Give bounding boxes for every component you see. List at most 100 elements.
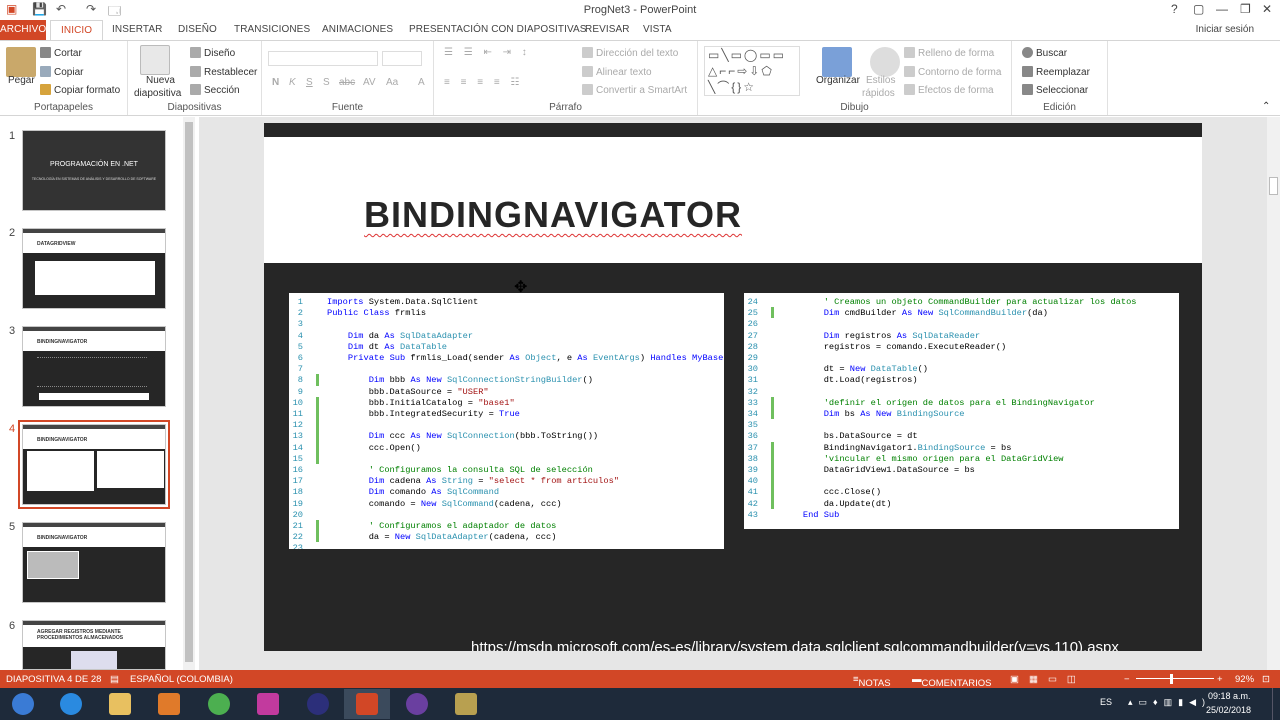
- list-buttons[interactable]: ☰ ☰ ⇤ ⇥ ↕: [444, 47, 531, 58]
- tab-transitions[interactable]: TRANSICIONES: [234, 24, 310, 35]
- slide-title[interactable]: BINDINGNAVIGATOR: [364, 194, 742, 236]
- tab-review[interactable]: REVISAR: [585, 24, 630, 35]
- taskbar-visual-studio[interactable]: [394, 689, 440, 719]
- view-buttons[interactable]: ▣▦▭◫: [1010, 674, 1086, 685]
- scrollbar-thumb[interactable]: [185, 122, 193, 662]
- new-slide-icon[interactable]: [140, 45, 170, 75]
- new-slide-label-2[interactable]: diapositiva: [134, 88, 181, 99]
- taskbar-eclipse[interactable]: [295, 689, 341, 719]
- taskbar-ie[interactable]: [48, 689, 94, 719]
- code-line-number: 22: [292, 532, 303, 543]
- zoom-out-button[interactable]: −: [1124, 674, 1130, 685]
- tab-design[interactable]: DISEÑO: [178, 24, 217, 35]
- find-button[interactable]: Buscar: [1022, 47, 1067, 59]
- zoom-slider-thumb[interactable]: [1170, 674, 1173, 684]
- strikethrough-button[interactable]: abc: [339, 77, 355, 88]
- font-size-select[interactable]: [382, 51, 422, 66]
- code-line: bbb.DataSource = "USER": [327, 386, 489, 397]
- quick-styles-label-1[interactable]: Estilos: [866, 75, 895, 86]
- close-button[interactable]: ✕: [1262, 2, 1272, 16]
- language-indicator[interactable]: ES: [1100, 697, 1112, 707]
- align-buttons[interactable]: ≡ ≡ ≡ ≡ ☷: [444, 77, 523, 88]
- select-button[interactable]: Seleccionar: [1022, 84, 1088, 96]
- shape-effects-button[interactable]: Efectos de forma: [904, 84, 994, 96]
- show-desktop-button[interactable]: [1272, 688, 1280, 720]
- text-direction-button[interactable]: Dirección del texto: [582, 47, 678, 59]
- slide-thumbnail-5[interactable]: BINDINGNAVIGATOR: [22, 522, 166, 603]
- reference-url[interactable]: https://msdn.microsoft.com/es-es/library…: [471, 639, 1119, 651]
- clock-time[interactable]: 09:18 a.m.: [1208, 691, 1251, 701]
- font-label: Fuente: [331, 102, 364, 113]
- format-painter-button[interactable]: Copiar formato: [40, 84, 120, 96]
- tab-slideshow[interactable]: PRESENTACIÓN CON DIAPOSITIVAS: [409, 24, 587, 35]
- bold-button[interactable]: N: [272, 77, 279, 88]
- paste-button[interactable]: Pegar: [8, 75, 35, 86]
- layout-button[interactable]: Diseño: [190, 47, 235, 59]
- cut-label: Cortar: [54, 48, 82, 59]
- taskbar-explorer[interactable]: [97, 689, 143, 719]
- section-button[interactable]: Sección: [190, 84, 240, 96]
- smartart-button[interactable]: Convertir a SmartArt: [582, 84, 687, 96]
- copy-button[interactable]: Copiar: [40, 66, 83, 78]
- replace-button[interactable]: Reemplazar: [1022, 66, 1090, 78]
- taskbar-powerpoint[interactable]: [344, 689, 390, 719]
- align-text-button[interactable]: Alinear texto: [582, 66, 652, 78]
- help-button[interactable]: ?: [1171, 2, 1178, 16]
- code-screenshot-left[interactable]: 1 Imports System.Data.SqlClient 2 Public Cl…: [289, 293, 724, 549]
- shapes-gallery[interactable]: ▭╲▭◯▭▭ △⌐⌐⇨⇩⬠ ╲⌒{}☆: [704, 46, 800, 96]
- slide-thumbnail-2[interactable]: DATAGRIDVIEW: [22, 228, 166, 309]
- quick-styles-label-2[interactable]: rápidos: [862, 88, 895, 99]
- fit-slide-icon[interactable]: ⊡: [1262, 674, 1270, 685]
- font-color-button[interactable]: A: [418, 77, 425, 88]
- restore-button[interactable]: ❐: [1240, 2, 1251, 16]
- sign-in-link[interactable]: Iniciar sesión: [1196, 24, 1254, 35]
- shape-fill-button[interactable]: Relleno de forma: [904, 47, 994, 59]
- slide-thumbnail-3[interactable]: BINDINGNAVIGATOR: [22, 326, 166, 407]
- taskbar-media[interactable]: [146, 689, 192, 719]
- zoom-in-button[interactable]: +: [1217, 674, 1223, 685]
- slide-scrollbar[interactable]: [1267, 117, 1280, 670]
- thumbnails-scrollbar[interactable]: [183, 117, 195, 670]
- font-name-select[interactable]: [268, 51, 378, 66]
- tab-insert[interactable]: INSERTAR: [112, 24, 162, 35]
- new-slide-label-1[interactable]: Nueva: [146, 75, 175, 86]
- zoom-level[interactable]: 92%: [1235, 674, 1254, 685]
- char-spacing-button[interactable]: AV: [363, 77, 376, 88]
- slide[interactable]: BINDINGNAVIGATOR 1 Imports System.Data.Sq…: [264, 123, 1202, 651]
- slide-thumbnail-6[interactable]: AGREGAR REGISTROS MEDIANTE PROCEDIMIENTO…: [22, 620, 166, 670]
- spellcheck-icon[interactable]: ▤: [110, 674, 119, 685]
- underline-button[interactable]: S: [306, 77, 313, 88]
- slide-thumbnail-4[interactable]: BINDINGNAVIGATOR: [18, 420, 170, 509]
- shadow-button[interactable]: S: [323, 77, 330, 88]
- code-screenshot-right[interactable]: 24 ' Creamos un objeto CommandBuilder pa…: [744, 293, 1179, 529]
- slide-thumbnail-1[interactable]: PROGRAMACIÓN EN .NET TECNOLOGÍA EN SISTE…: [22, 130, 166, 211]
- comments-button[interactable]: ▬ COMENTARIOS: [912, 674, 992, 689]
- system-tray-icons[interactable]: ▴▭♦▥▮◀): [1128, 697, 1211, 708]
- minimize-button[interactable]: —: [1216, 2, 1228, 16]
- cut-button[interactable]: Cortar: [40, 47, 82, 59]
- shape-outline-button[interactable]: Contorno de forma: [904, 66, 1001, 78]
- notes-button[interactable]: ≡ NOTAS: [853, 674, 891, 689]
- start-button[interactable]: [0, 689, 46, 719]
- taskbar-app-pink[interactable]: [245, 689, 291, 719]
- tab-file[interactable]: ARCHIVO: [0, 20, 46, 40]
- clock-date[interactable]: 25/02/2018: [1206, 705, 1251, 715]
- paste-icon[interactable]: [6, 47, 36, 77]
- taskbar-chrome[interactable]: [196, 689, 242, 719]
- taskbar-tools[interactable]: [443, 689, 489, 719]
- tab-animations[interactable]: ANIMACIONES: [322, 24, 393, 35]
- arrange-icon[interactable]: [822, 47, 852, 77]
- arrange-button[interactable]: Organizar: [816, 75, 860, 86]
- quick-styles-icon[interactable]: [870, 47, 900, 77]
- change-case-button[interactable]: Aa: [386, 77, 398, 88]
- tab-home[interactable]: INICIO: [50, 20, 104, 41]
- collapse-ribbon-icon[interactable]: ⌃: [1262, 101, 1270, 112]
- italic-button[interactable]: K: [289, 77, 296, 88]
- brush-icon: [40, 84, 51, 95]
- language-indicator[interactable]: ESPAÑOL (COLOMBIA): [130, 674, 233, 685]
- reset-button[interactable]: Restablecer: [190, 66, 257, 78]
- zoom-slider[interactable]: [1136, 678, 1214, 679]
- ribbon-display-button[interactable]: ▢: [1193, 2, 1204, 16]
- scrollbar-thumb[interactable]: [1269, 177, 1278, 195]
- tab-view[interactable]: VISTA: [643, 24, 672, 35]
